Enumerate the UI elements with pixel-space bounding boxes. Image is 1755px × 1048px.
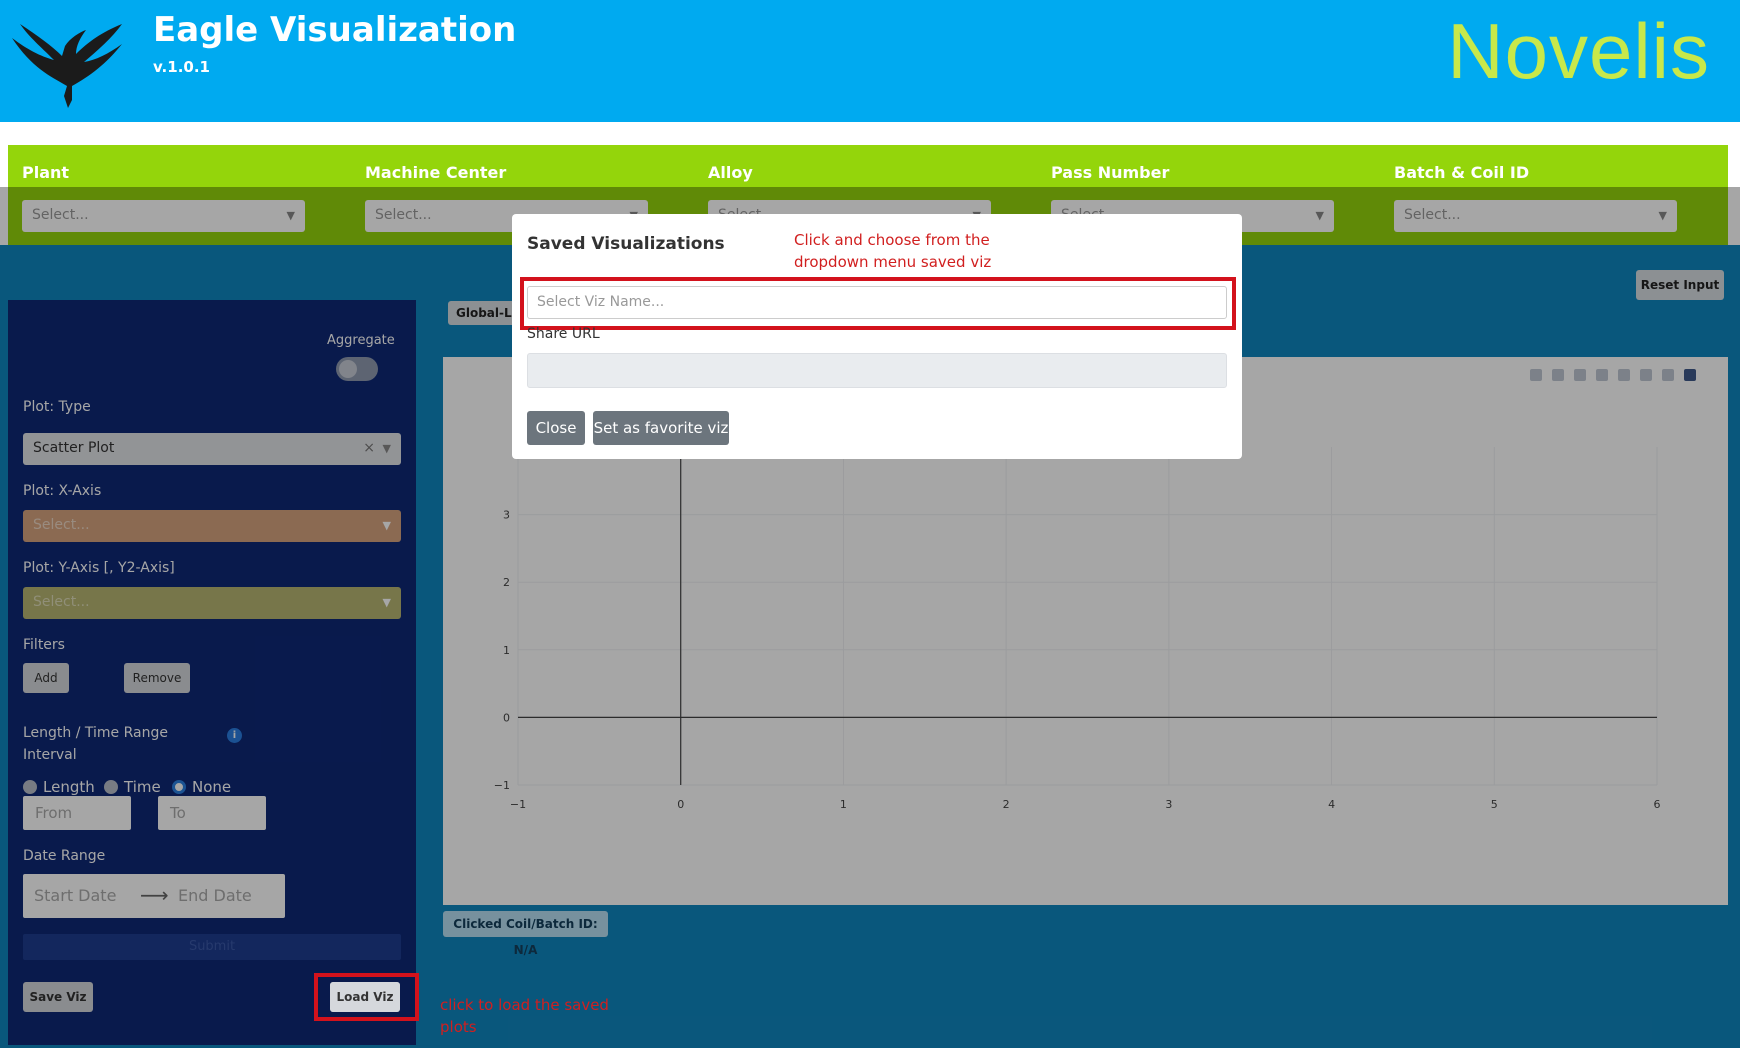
app-header: Eagle Visualization v.1.0.1 Novelis	[0, 0, 1740, 122]
filter-label: Alloy	[708, 163, 753, 182]
filter-label: Pass Number	[1051, 163, 1170, 182]
set-favorite-button[interactable]: Set as favorite viz	[593, 411, 729, 445]
brand-logo-text: Novelis	[1447, 7, 1710, 95]
filter-label: Machine Center	[365, 163, 507, 182]
share-url-input[interactable]	[527, 353, 1227, 388]
close-button[interactable]: Close	[527, 411, 585, 445]
eagle-logo-icon	[12, 24, 122, 108]
load-viz-button-highlighted[interactable]: Load Viz	[330, 982, 400, 1012]
app-title: Eagle Visualization	[153, 10, 517, 50]
modal-annotation: Click and choose from the dropdown menu …	[794, 231, 992, 271]
app-version: v.1.0.1	[153, 58, 210, 76]
filter-label: Batch & Coil ID	[1394, 163, 1530, 182]
share-url-label: Share URL	[527, 326, 600, 342]
viz-name-select[interactable]: Select Viz Name...	[527, 286, 1227, 319]
modal-title: Saved Visualizations	[527, 234, 725, 254]
load-annotation: click to load the saved plots	[440, 996, 609, 1036]
filter-label: Plant	[22, 163, 70, 182]
saved-viz-modal: Saved Visualizations Click and choose fr…	[512, 214, 1242, 459]
